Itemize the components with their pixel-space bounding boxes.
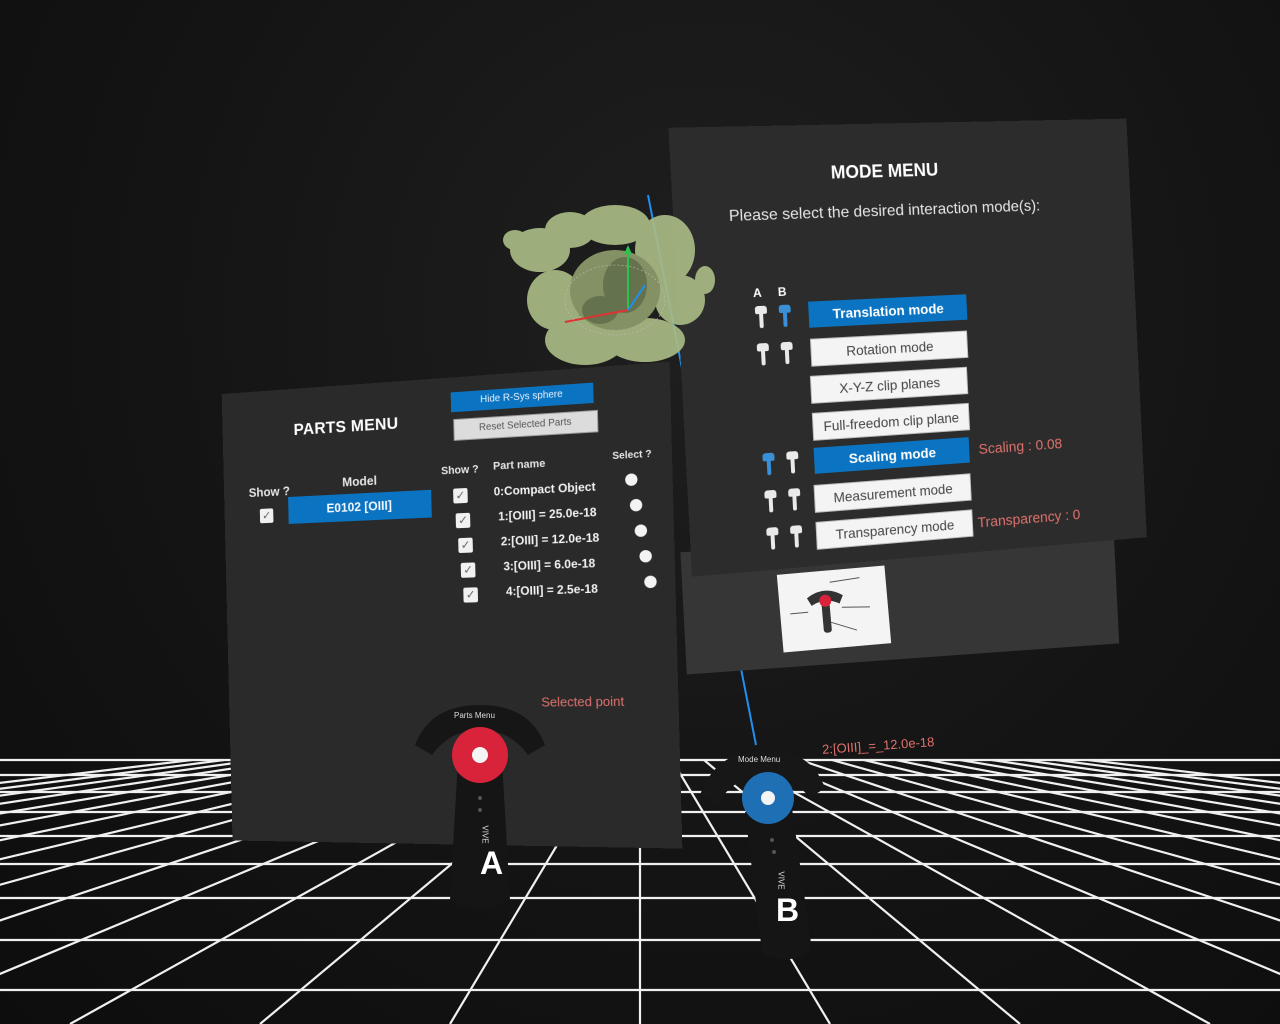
model-button[interactable]: E0102 [OIII] <box>288 489 432 524</box>
translation-mode-button[interactable]: Translation mode <box>808 294 968 328</box>
part-select-radio[interactable] <box>644 575 657 589</box>
hide-sphere-button[interactable]: Hide R-Sys sphere <box>450 382 594 413</box>
controller-a-icon[interactable] <box>754 305 768 329</box>
part-select-radio[interactable] <box>629 498 643 512</box>
controller-b-tag: Mode Menu <box>738 755 781 764</box>
model-show-checkbox[interactable]: ✓ <box>259 508 274 524</box>
grid-line <box>799 758 1280 922</box>
grid-line <box>1023 758 1280 797</box>
controller-a[interactable]: Parts Menu A VIVE <box>410 700 550 920</box>
part-select-radio[interactable] <box>639 549 653 563</box>
part-name: 1:[OIII] = 25.0e-18 <box>498 504 597 524</box>
select-header: Select ? <box>612 448 652 463</box>
part-select-radio[interactable] <box>634 524 648 538</box>
controller-a-icon[interactable] <box>762 452 775 476</box>
part-show-checkbox[interactable]: ✓ <box>453 487 468 504</box>
controller-b-icon[interactable] <box>789 525 803 548</box>
grid-line <box>959 758 1280 815</box>
nebula-3d-model[interactable] <box>495 190 725 380</box>
selected-point-label: Selected point <box>541 693 625 710</box>
mode-menu-prompt: Please select the desired interaction mo… <box>728 197 1041 226</box>
part-name: 0:Compact Object <box>493 479 596 499</box>
controller-a-icon[interactable] <box>766 526 779 550</box>
controller-a-icon[interactable] <box>756 342 770 366</box>
controller-b-icon[interactable] <box>778 304 792 328</box>
controller-b[interactable]: Mode Menu B VIVE <box>700 740 840 970</box>
rotation-mode-button[interactable]: Rotation mode <box>809 330 969 367</box>
transparency-mode-button[interactable]: Transparency mode <box>815 509 974 550</box>
part-name: 4:[OIII] = 2.5e-18 <box>505 581 599 599</box>
mode-menu-panel: MODE MENU Please select the desired inte… <box>668 118 1147 577</box>
column-b-label: B <box>777 284 787 300</box>
parts-show-header: Show ? <box>440 463 479 478</box>
controller-a-label: A <box>480 845 504 881</box>
controller-b-icon[interactable] <box>786 450 799 474</box>
part-show-checkbox[interactable]: ✓ <box>460 562 476 578</box>
grid-line <box>0 758 257 797</box>
show-header: Show ? <box>248 483 291 500</box>
mode-menu-title: MODE MENU <box>830 159 939 183</box>
part-show-checkbox[interactable]: ✓ <box>463 587 479 603</box>
part-name: 3:[OIII] = 6.0e-18 <box>503 556 596 574</box>
parts-menu-title: PARTS MENU <box>293 413 399 439</box>
grid-line <box>927 758 1280 827</box>
part-show-checkbox[interactable]: ✓ <box>458 537 473 554</box>
controller-help-image <box>776 565 892 653</box>
part-show-checkbox[interactable]: ✓ <box>455 512 471 529</box>
part-name-header: Part name <box>492 457 546 473</box>
grid-line <box>895 758 1280 842</box>
xyz-clip-planes-button[interactable]: X-Y-Z clip planes <box>809 366 969 404</box>
grid-line <box>863 758 1280 861</box>
scaling-info: Scaling : 0.08 <box>978 435 1063 458</box>
part-select-radio[interactable] <box>625 473 638 487</box>
model-header: Model <box>342 472 378 490</box>
controller-b-label: B <box>776 892 800 928</box>
column-a-label: A <box>752 285 763 301</box>
transparency-info: Transparency : 0 <box>977 506 1081 532</box>
controller-b-icon[interactable] <box>788 488 801 511</box>
measurement-mode-button[interactable]: Measurement mode <box>813 473 972 513</box>
controller-b-brand: VIVE <box>776 871 786 890</box>
reset-selected-parts-button[interactable]: Reset Selected Parts <box>453 409 599 441</box>
controller-a-tag: Parts Menu <box>454 711 495 720</box>
grid-line <box>831 758 1280 886</box>
scaling-mode-button[interactable]: Scaling mode <box>813 437 970 474</box>
controller-a-brand: VIVE <box>480 825 490 844</box>
controller-a-icon[interactable] <box>764 489 777 513</box>
full-freedom-clip-plane-button[interactable]: Full-freedom clip plane <box>811 402 971 441</box>
part-name: 2:[OIII] = 12.0e-18 <box>500 530 600 549</box>
controller-b-icon[interactable] <box>780 341 793 365</box>
